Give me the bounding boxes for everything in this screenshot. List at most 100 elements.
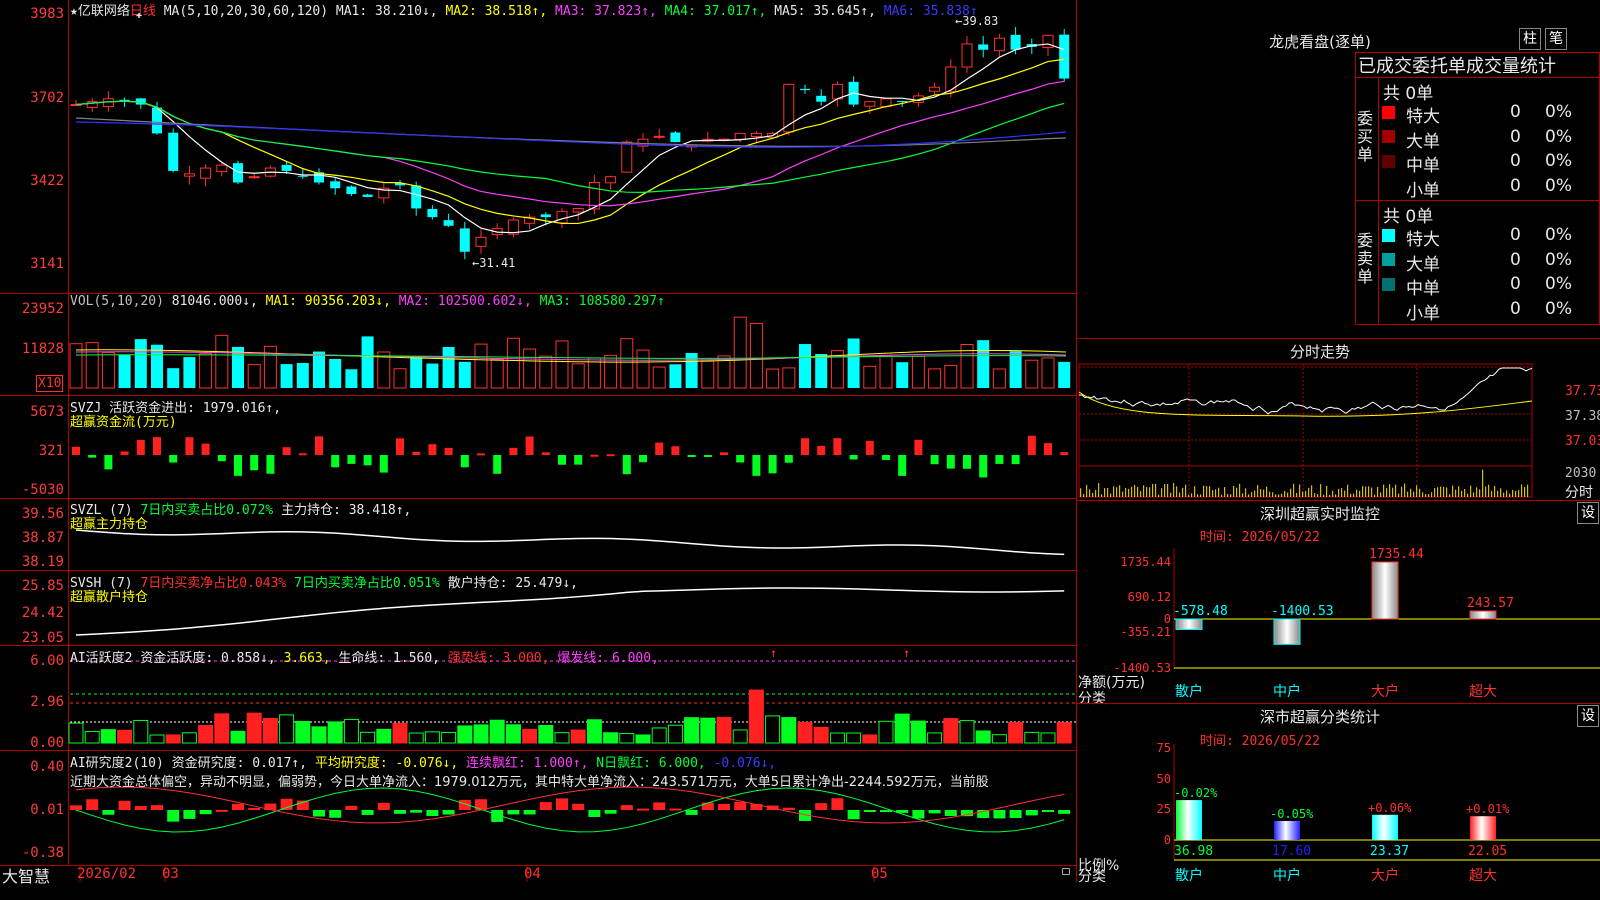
svzj-bar [898, 455, 907, 476]
svzj-bar [493, 455, 502, 474]
intraday-vol-bar [1422, 492, 1424, 497]
volume-bar [992, 368, 1006, 389]
period-label[interactable]: 日线 [130, 4, 156, 19]
vol-label: VOL(5,10,20) [70, 294, 164, 309]
svzj-bar [655, 442, 664, 455]
ai2-bar [522, 728, 538, 744]
air-bar [394, 810, 406, 814]
ai2-bar [570, 729, 586, 744]
intraday-vol-bar [1122, 491, 1124, 497]
air-bar [361, 810, 374, 815]
svzj-bar [331, 455, 340, 468]
monitor-bar [1175, 618, 1203, 630]
volume-bar [361, 336, 374, 388]
svzj-sub: 超赢资金流(万元) [70, 415, 177, 430]
svzj-bar [217, 455, 226, 462]
vol-unit-badge[interactable]: X10 [36, 375, 64, 392]
app-logo[interactable]: 大智慧 [2, 863, 50, 887]
svzj-bar [574, 455, 583, 465]
svsh-p3: 散户持仓: 25.479↓, [447, 576, 578, 591]
chart-canvas[interactable]: ↑ ↑ [0, 0, 1076, 882]
intraday-vol-bar [1284, 491, 1286, 497]
air-bar [183, 810, 196, 819]
intraday-price-line [1079, 367, 1533, 415]
intraday-vol-bar [1203, 485, 1205, 497]
price-axis-1: 3983 [30, 6, 64, 22]
intraday-vol-bar [1155, 483, 1157, 497]
ai2-bar [1040, 732, 1056, 744]
intraday-vol-bar [1482, 469, 1484, 497]
svsh-p2: 7日内买卖净占比0.051% [294, 576, 440, 591]
stats-category: 大户 [1371, 867, 1399, 884]
intraday-vol-bar [1500, 488, 1502, 497]
svzj-bar [525, 436, 534, 455]
intraday-vol-bar [1332, 490, 1334, 497]
stats-delta-label: -0.05% [1270, 807, 1314, 821]
ai2-bar [1024, 731, 1040, 744]
volume-bar [863, 365, 877, 389]
ai2-bar [295, 720, 311, 744]
intraday-vol-bar [1452, 485, 1454, 497]
stats-axis-label: 0 [1164, 833, 1171, 847]
ai2-axis-3: 0.00 [30, 735, 64, 751]
intraday-vol-bar [1260, 489, 1262, 497]
ai2-bar [246, 712, 262, 744]
star-icon[interactable]: ★ [70, 4, 78, 19]
lock-icon[interactable] [1062, 868, 1070, 875]
intraday-vol-bar [1140, 491, 1142, 497]
ai2-bar [198, 724, 214, 744]
ai2-bar [797, 721, 813, 744]
intraday-vol-bar [1152, 484, 1154, 497]
intraday-vol-bar [1314, 493, 1316, 497]
low-mark: ←31.41 [472, 256, 516, 270]
ai2-bar [732, 729, 748, 744]
ai2-bar [441, 732, 457, 744]
intraday-vol-bar [1329, 494, 1331, 497]
svzj-bar [412, 451, 421, 455]
air-bar [215, 809, 228, 812]
svzj-bar [315, 436, 323, 455]
ai2-bar [84, 731, 100, 744]
high-mark: ←39.83 [955, 14, 999, 28]
intraday-vol-bar [1503, 492, 1505, 497]
svzj-bar [234, 455, 242, 476]
candle-body [119, 99, 130, 101]
date-label-4: 05 [871, 866, 888, 882]
monitor-category: 超大 [1469, 684, 1497, 700]
volume-bar [458, 361, 471, 388]
intraday-vol-bar [1398, 493, 1400, 497]
air-bar [151, 805, 163, 810]
volume-bar [442, 346, 455, 388]
intraday-vol-bar [1335, 494, 1337, 497]
air-bar [70, 805, 82, 810]
ai2-p2: 3.663, [283, 651, 331, 666]
stats-axis-label: 50 [1157, 772, 1171, 786]
intraday-vol-bar [1218, 487, 1220, 497]
air-bar [1058, 810, 1071, 814]
svzj-bar [379, 455, 388, 473]
intraday-vol-bar [1368, 486, 1370, 497]
svzl-axis-2: 38.87 [21, 530, 64, 546]
air-bar [718, 803, 730, 810]
air-bar [523, 810, 536, 815]
candle-body [929, 86, 941, 92]
ma5-value: MA5: 35.645↑, [774, 4, 876, 19]
air-bar [993, 810, 1006, 819]
air-bar [701, 802, 714, 810]
candle-body [750, 132, 762, 138]
candle-body [475, 236, 487, 247]
candle-body [605, 176, 617, 184]
intraday-vol-bar [1287, 492, 1289, 497]
intraday-vol-bar [1443, 486, 1445, 497]
air-bar [572, 803, 585, 810]
stats-value-label: 17.60 [1272, 844, 1311, 859]
intraday-vol-bar [1446, 487, 1448, 497]
svzj-bar [347, 455, 356, 464]
vol-ma1: MA1: 90356.203↓, [265, 294, 391, 309]
ai2-bar [376, 728, 392, 744]
intraday-vol-bar [1407, 491, 1409, 497]
intraday-vol-bar [1350, 493, 1352, 497]
intraday-vol-bar [1092, 492, 1094, 497]
candle-body [1059, 34, 1070, 79]
intraday-vol-bar [1128, 488, 1130, 497]
